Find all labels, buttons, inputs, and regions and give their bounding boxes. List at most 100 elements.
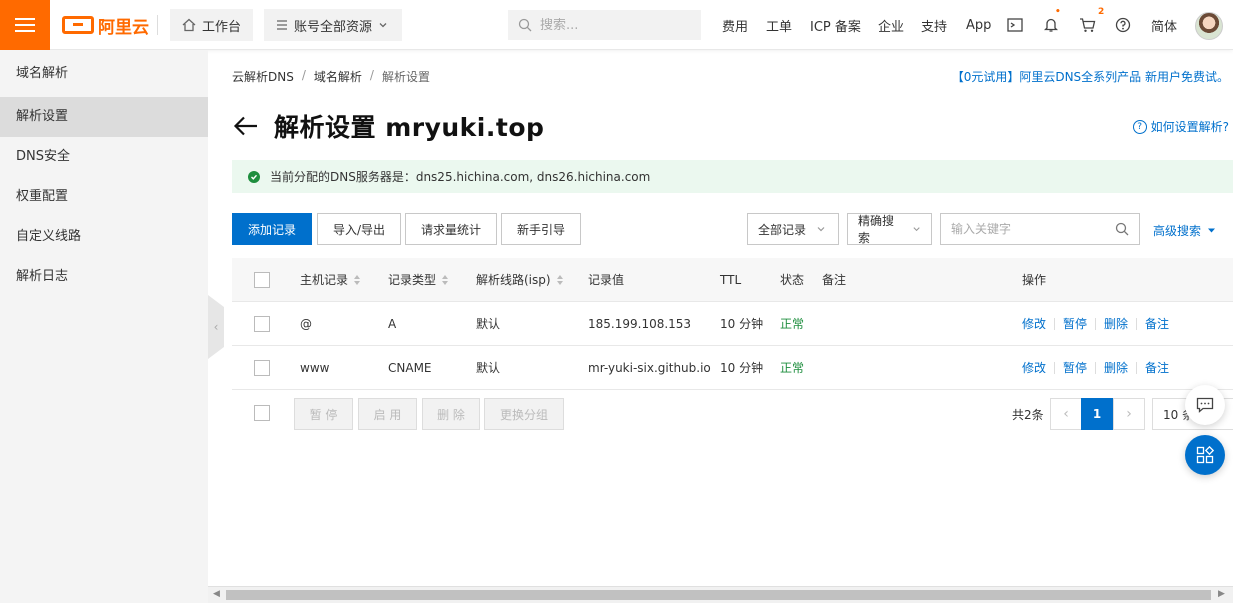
batch-pause-button[interactable]: 暂 停: [294, 398, 353, 430]
workbench-button[interactable]: 工作台: [170, 9, 254, 41]
sidebar-item-resolve-logs[interactable]: 解析日志: [0, 257, 208, 297]
select-all-checkbox[interactable]: [254, 405, 270, 421]
request-stats-button[interactable]: 请求量统计: [405, 213, 497, 245]
keyword-input[interactable]: [951, 222, 1101, 236]
language-switch[interactable]: 简体: [1151, 0, 1177, 50]
record-filter-select[interactable]: 全部记录: [747, 213, 839, 245]
menu-icon[interactable]: [0, 0, 50, 50]
sidebar-item-weight-config[interactable]: 权重配置: [0, 177, 208, 217]
change-group-button[interactable]: 更换分组: [484, 398, 564, 430]
prev-page-button[interactable]: ‹: [1050, 398, 1082, 430]
advanced-search-toggle[interactable]: 高级搜索: [1153, 222, 1216, 239]
delete-link[interactable]: 删除: [1104, 315, 1128, 332]
batch-delete-button[interactable]: 删 除: [422, 398, 480, 430]
cell-actions: 修改 暂停 删除 备注: [1022, 302, 1169, 345]
select-all-checkbox[interactable]: [254, 271, 270, 288]
help-icon[interactable]: [1113, 15, 1133, 35]
breadcrumb-item[interactable]: 云解析DNS: [232, 68, 294, 85]
global-search[interactable]: [508, 10, 701, 40]
scrollbar-thumb[interactable]: [226, 590, 1211, 600]
sidebar-collapse-handle[interactable]: ‹: [208, 295, 224, 359]
note-link[interactable]: 备注: [1145, 315, 1169, 332]
breadcrumb-separator: /: [369, 68, 374, 82]
brand-logo[interactable]: 阿里云: [62, 14, 149, 38]
nav-fees[interactable]: 费用: [722, 0, 748, 50]
cart-icon[interactable]: [1077, 15, 1097, 35]
nav-icp[interactable]: ICP 备案: [810, 0, 861, 50]
add-record-button[interactable]: 添加记录: [232, 213, 312, 245]
edit-link[interactable]: 修改: [1022, 315, 1046, 332]
keyword-search[interactable]: [940, 213, 1140, 245]
batch-enable-button[interactable]: 启 用: [358, 398, 417, 430]
divider: [1136, 361, 1138, 374]
col-ttl: TTL: [720, 272, 742, 287]
table-row: www CNAME 默认 mr-yuki-six.github.io 10 分钟…: [232, 346, 1233, 390]
pause-link[interactable]: 暂停: [1063, 315, 1087, 332]
caret-down-icon: [1208, 228, 1216, 233]
col-host[interactable]: 主机记录: [300, 258, 361, 301]
delete-link[interactable]: 删除: [1104, 359, 1128, 376]
notification-badge: •: [1055, 7, 1061, 17]
sidebar-item-resolve-settings[interactable]: 解析设置: [0, 97, 208, 137]
nav-enterprise[interactable]: 企业: [878, 0, 904, 50]
workbench-label: 工作台: [202, 19, 242, 35]
table-header: 主机记录 记录类型 解析线路(isp) 记录值 TTL 状态 备注 操作: [232, 258, 1233, 302]
chevron-down-icon: [379, 23, 387, 28]
top-navbar: 阿里云 工作台 账号全部资源 费用 工单 ICP 备案 企业 支持 App • …: [0, 0, 1233, 50]
home-icon: [182, 18, 196, 32]
chevron-down-icon: [913, 227, 920, 232]
breadcrumb-current: 解析设置: [381, 70, 430, 84]
title-row: 解析设置 mryuki.top: [232, 108, 544, 144]
search-input[interactable]: [540, 17, 680, 33]
scroll-left-icon[interactable]: ◀: [213, 589, 220, 599]
col-line-label: 解析线路(isp): [476, 273, 551, 287]
beginner-guide-button[interactable]: 新手引导: [501, 213, 581, 245]
sidebar-item-dns-security[interactable]: DNS安全: [0, 137, 208, 177]
sidebar-item-custom-lines[interactable]: 自定义线路: [0, 217, 208, 257]
col-value: 记录值: [588, 273, 625, 287]
sidebar: 域名解析 解析设置 DNS安全 权重配置 自定义线路 解析日志: [0, 50, 208, 603]
brand-name: 阿里云: [98, 17, 149, 38]
nav-support[interactable]: 支持: [921, 0, 947, 50]
breadcrumb-item[interactable]: 域名解析: [314, 68, 362, 85]
help-link[interactable]: ? 如何设置解析?: [1132, 118, 1229, 135]
pause-link[interactable]: 暂停: [1063, 359, 1087, 376]
nav-app[interactable]: App: [966, 0, 991, 50]
chevron-down-icon: [817, 227, 825, 232]
total-count: 共2条: [1012, 408, 1044, 422]
search-mode-value: 精确搜索: [858, 214, 895, 245]
chat-icon[interactable]: [1185, 385, 1225, 425]
resources-dropdown[interactable]: 账号全部资源: [264, 9, 402, 41]
list-icon: [277, 20, 287, 30]
promo-link[interactable]: 【0元试用】阿里云DNS全系列产品 新用户免费试。: [952, 68, 1229, 85]
edit-link[interactable]: 修改: [1022, 359, 1046, 376]
col-status: 状态: [780, 273, 805, 287]
next-page-button[interactable]: ›: [1113, 398, 1145, 430]
aliyun-logo-icon: [62, 16, 94, 34]
cell-status: 正常: [780, 361, 805, 375]
col-line[interactable]: 解析线路(isp): [476, 258, 563, 301]
page-number-current[interactable]: 1: [1081, 398, 1113, 430]
sort-icon: [354, 274, 361, 285]
sidebar-item-domain-resolve[interactable]: 域名解析: [0, 50, 208, 97]
note-link[interactable]: 备注: [1145, 359, 1169, 376]
horizontal-scrollbar[interactable]: ◀ ▶: [208, 586, 1233, 603]
import-export-button[interactable]: 导入/导出: [317, 213, 401, 245]
search-icon: [518, 18, 532, 32]
terminal-icon[interactable]: [1005, 15, 1025, 35]
back-arrow-icon[interactable]: [232, 112, 260, 140]
row-checkbox[interactable]: [254, 359, 270, 376]
search-icon[interactable]: [1115, 222, 1129, 236]
scroll-right-icon[interactable]: ▶: [1218, 589, 1225, 599]
table-footer: 暂 停 启 用 删 除 更换分组 共2条 ‹ 1 › 10 条: [232, 390, 1233, 430]
row-checkbox[interactable]: [254, 315, 270, 332]
nav-tickets[interactable]: 工单: [766, 0, 792, 50]
page-title: 解析设置 mryuki.top: [274, 113, 545, 142]
search-mode-select[interactable]: 精确搜索: [847, 213, 932, 245]
avatar[interactable]: [1195, 12, 1223, 40]
chevron-left-icon: ‹: [1063, 406, 1069, 422]
resources-label: 账号全部资源: [294, 19, 373, 35]
apps-grid-icon[interactable]: [1185, 435, 1225, 475]
col-type[interactable]: 记录类型: [388, 258, 449, 301]
bell-icon[interactable]: [1041, 15, 1061, 35]
